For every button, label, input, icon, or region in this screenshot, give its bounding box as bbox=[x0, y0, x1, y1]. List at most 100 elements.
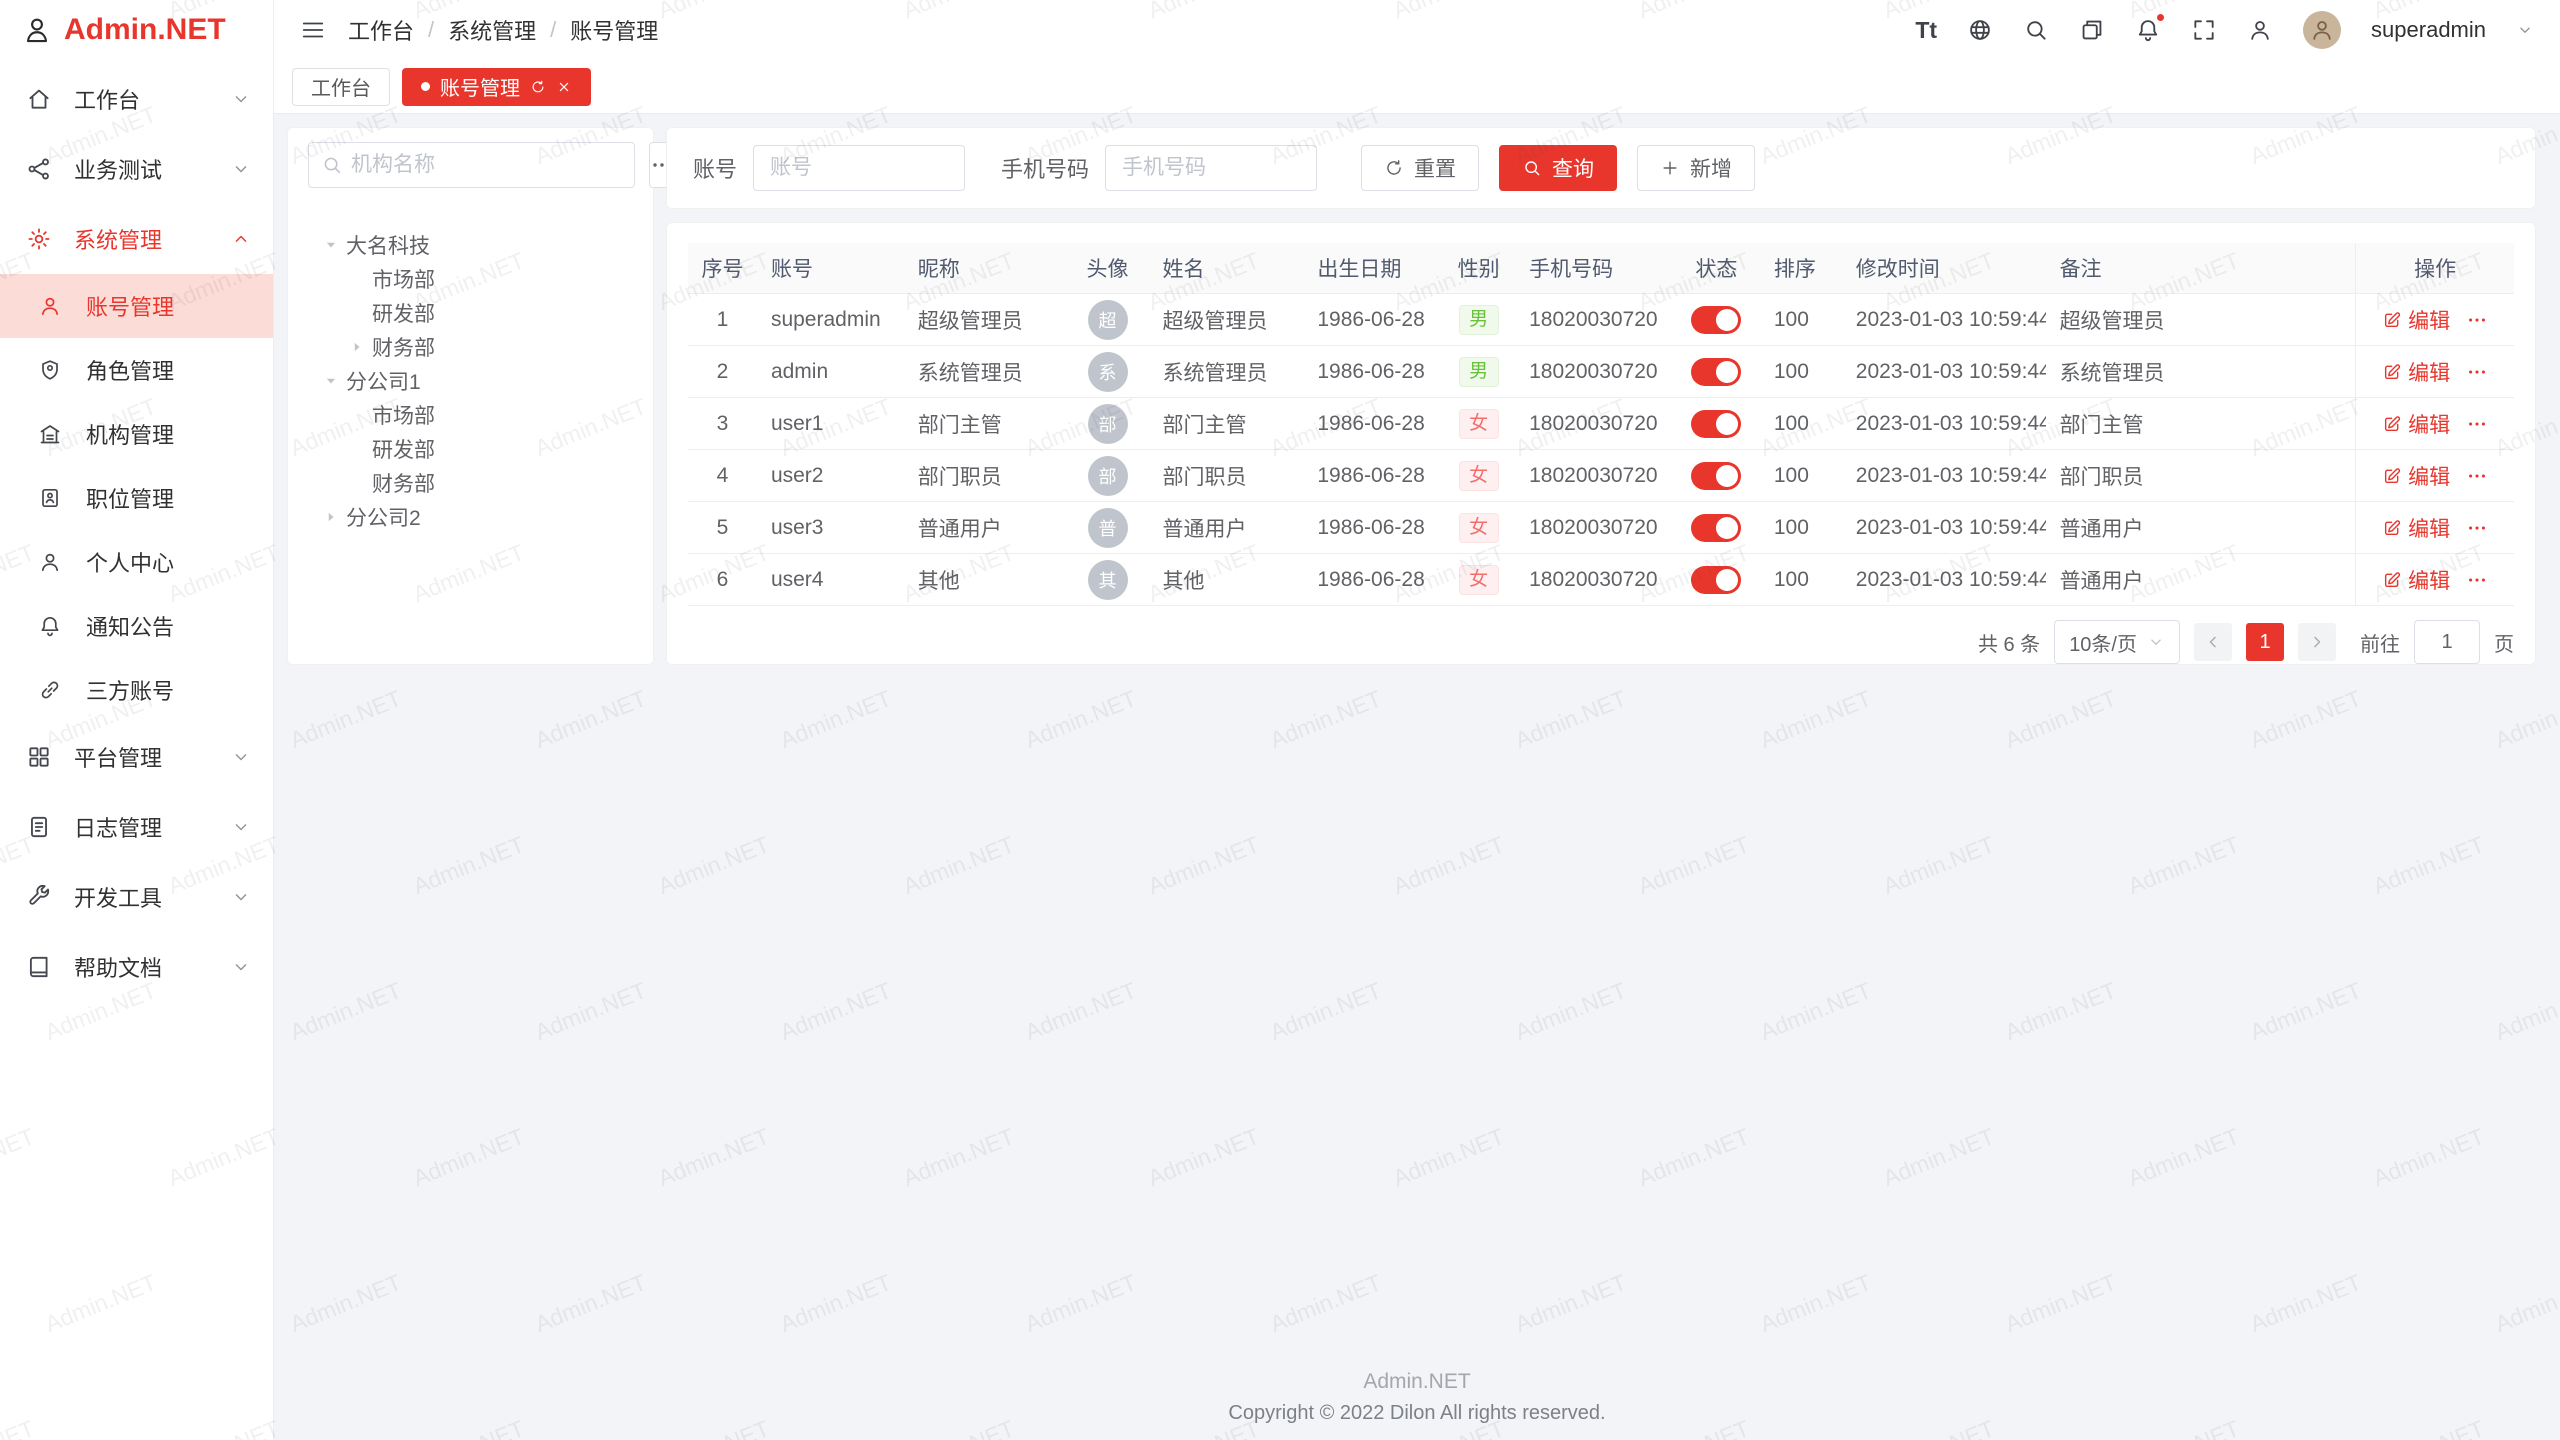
sidebar-item-log-manage[interactable]: 日志管理 bbox=[0, 792, 273, 862]
search-icon[interactable] bbox=[2023, 17, 2049, 43]
tool-icon bbox=[26, 884, 58, 910]
language-globe-icon[interactable] bbox=[1967, 17, 1993, 43]
add-button[interactable]: 新增 bbox=[1637, 145, 1755, 191]
sidebar-item-account-manage[interactable]: 账号管理 bbox=[0, 274, 273, 338]
cell-order: 100 bbox=[1760, 554, 1842, 605]
tree-node-label: 财务部 bbox=[372, 332, 435, 362]
tree-node[interactable]: 市场部 bbox=[308, 262, 633, 296]
sidebar-item-label: 个人中心 bbox=[86, 546, 251, 578]
tree-node[interactable]: 研发部 bbox=[308, 432, 633, 466]
brand[interactable]: Admin.NET bbox=[0, 0, 273, 60]
watermark-text: Admin.NET bbox=[2491, 977, 2560, 1046]
status-toggle[interactable] bbox=[1691, 306, 1741, 334]
theme-icon[interactable] bbox=[2079, 17, 2105, 43]
row-more-button[interactable] bbox=[2466, 413, 2488, 435]
user-avatar: 部 bbox=[1088, 456, 1128, 496]
edit-button[interactable]: 编辑 bbox=[2382, 409, 2450, 439]
edit-button[interactable]: 编辑 bbox=[2382, 565, 2450, 595]
tree-node[interactable]: 财务部 bbox=[308, 330, 633, 364]
row-more-button[interactable] bbox=[2466, 517, 2488, 539]
cell-phone: 18020030720 bbox=[1515, 346, 1673, 397]
status-toggle[interactable] bbox=[1691, 358, 1741, 386]
phone-input[interactable] bbox=[1105, 145, 1317, 191]
cell-phone: 18020030720 bbox=[1515, 502, 1673, 553]
watermark-text: Admin.NET bbox=[2491, 1269, 2560, 1338]
sidebar-item-business-test[interactable]: 业务测试 bbox=[0, 134, 273, 204]
tree-node[interactable]: 市场部 bbox=[308, 398, 633, 432]
collapse-menu-button[interactable] bbox=[300, 17, 326, 43]
caret-down-icon bbox=[320, 372, 342, 390]
status-toggle[interactable] bbox=[1691, 566, 1741, 594]
fullscreen-icon[interactable] bbox=[2191, 17, 2217, 43]
edit-label: 编辑 bbox=[2408, 357, 2450, 387]
reset-button[interactable]: 重置 bbox=[1361, 145, 1479, 191]
search-button[interactable]: 查询 bbox=[1499, 145, 1617, 191]
sidebar-item-workbench[interactable]: 工作台 bbox=[0, 64, 273, 134]
column-header-avatar: 头像 bbox=[1067, 243, 1149, 293]
tab-refresh-icon[interactable] bbox=[530, 79, 546, 95]
tree-node-label: 分公司1 bbox=[346, 366, 421, 396]
tab-account-manage[interactable]: 账号管理 bbox=[402, 68, 591, 106]
org-search-input[interactable] bbox=[351, 153, 622, 177]
row-more-button[interactable] bbox=[2466, 361, 2488, 383]
account-input[interactable] bbox=[753, 145, 965, 191]
profile-icon[interactable] bbox=[2247, 17, 2273, 43]
row-more-button[interactable] bbox=[2466, 309, 2488, 331]
edit-button[interactable]: 编辑 bbox=[2382, 305, 2450, 335]
breadcrumb-item[interactable]: 账号管理 bbox=[570, 14, 658, 46]
sidebar-item-dev-tools[interactable]: 开发工具 bbox=[0, 862, 273, 932]
chevron-down-icon[interactable] bbox=[2516, 21, 2534, 39]
prev-page-button[interactable] bbox=[2194, 623, 2232, 661]
next-page-button[interactable] bbox=[2298, 623, 2336, 661]
sidebar-item-position-manage[interactable]: 职位管理 bbox=[0, 466, 273, 530]
org-search-box[interactable] bbox=[308, 142, 635, 188]
watermark-text: Admin.NET bbox=[2001, 1269, 2120, 1338]
cell-name: 系统管理员 bbox=[1149, 346, 1304, 397]
sidebar-item-role-manage[interactable]: 角色管理 bbox=[0, 338, 273, 402]
cell-time: 2023-01-03 10:59:44 bbox=[1842, 398, 2046, 449]
sidebar-item-third-account[interactable]: 三方账号 bbox=[0, 658, 273, 722]
test-icon bbox=[26, 156, 58, 182]
cell-status bbox=[1673, 294, 1760, 345]
tab-workbench[interactable]: 工作台 bbox=[292, 68, 390, 106]
sidebar-item-personal-center[interactable]: 个人中心 bbox=[0, 530, 273, 594]
sidebar-item-org-manage[interactable]: 机构管理 bbox=[0, 402, 273, 466]
tab-close-icon[interactable] bbox=[556, 79, 572, 95]
breadcrumb-item[interactable]: 工作台 bbox=[348, 14, 414, 46]
row-more-button[interactable] bbox=[2466, 465, 2488, 487]
page-number-button[interactable]: 1 bbox=[2246, 623, 2284, 661]
edit-button[interactable]: 编辑 bbox=[2382, 513, 2450, 543]
edit-button[interactable]: 编辑 bbox=[2382, 461, 2450, 491]
goto-page-input[interactable] bbox=[2414, 620, 2480, 664]
status-toggle[interactable] bbox=[1691, 514, 1741, 542]
font-size-icon[interactable]: Tt bbox=[1915, 17, 1937, 44]
user-avatar[interactable] bbox=[2303, 11, 2341, 49]
page-size-select[interactable]: 10条/页 bbox=[2054, 620, 2180, 664]
watermark-text: Admin.NET bbox=[2246, 977, 2365, 1046]
row-more-button[interactable] bbox=[2466, 569, 2488, 591]
sidebar-item-help-docs[interactable]: 帮助文档 bbox=[0, 932, 273, 1002]
cell-name: 其他 bbox=[1149, 554, 1304, 605]
username[interactable]: superadmin bbox=[2371, 17, 2486, 43]
status-toggle[interactable] bbox=[1691, 462, 1741, 490]
user-avatar: 其 bbox=[1088, 560, 1128, 600]
status-toggle[interactable] bbox=[1691, 410, 1741, 438]
cell-birth: 1986-06-28 bbox=[1303, 294, 1442, 345]
watermark-text: Admin.NET bbox=[1266, 1269, 1385, 1338]
sidebar-item-system-manage[interactable]: 系统管理 bbox=[0, 204, 273, 274]
tree-node[interactable]: 财务部 bbox=[308, 466, 633, 500]
sidebar-item-platform-manage[interactable]: 平台管理 bbox=[0, 722, 273, 792]
tree-node[interactable]: 研发部 bbox=[308, 296, 633, 330]
edit-button[interactable]: 编辑 bbox=[2382, 357, 2450, 387]
notification-bell-button[interactable] bbox=[2135, 17, 2161, 43]
breadcrumb-item[interactable]: 系统管理 bbox=[448, 14, 536, 46]
tree-node[interactable]: 分公司2 bbox=[308, 500, 633, 534]
column-header-time: 修改时间 bbox=[1842, 243, 2046, 293]
chevron-left-icon bbox=[2203, 632, 2223, 652]
page-unit-label: 页 bbox=[2494, 628, 2514, 657]
sidebar-item-notice[interactable]: 通知公告 bbox=[0, 594, 273, 658]
cell-remark: 超级管理员 bbox=[2046, 294, 2356, 345]
tree-node[interactable]: 大名科技 bbox=[308, 228, 633, 262]
table-row: 5user3普通用户普普通用户1986-06-28女18020030720100… bbox=[688, 502, 2514, 554]
tree-node[interactable]: 分公司1 bbox=[308, 364, 633, 398]
